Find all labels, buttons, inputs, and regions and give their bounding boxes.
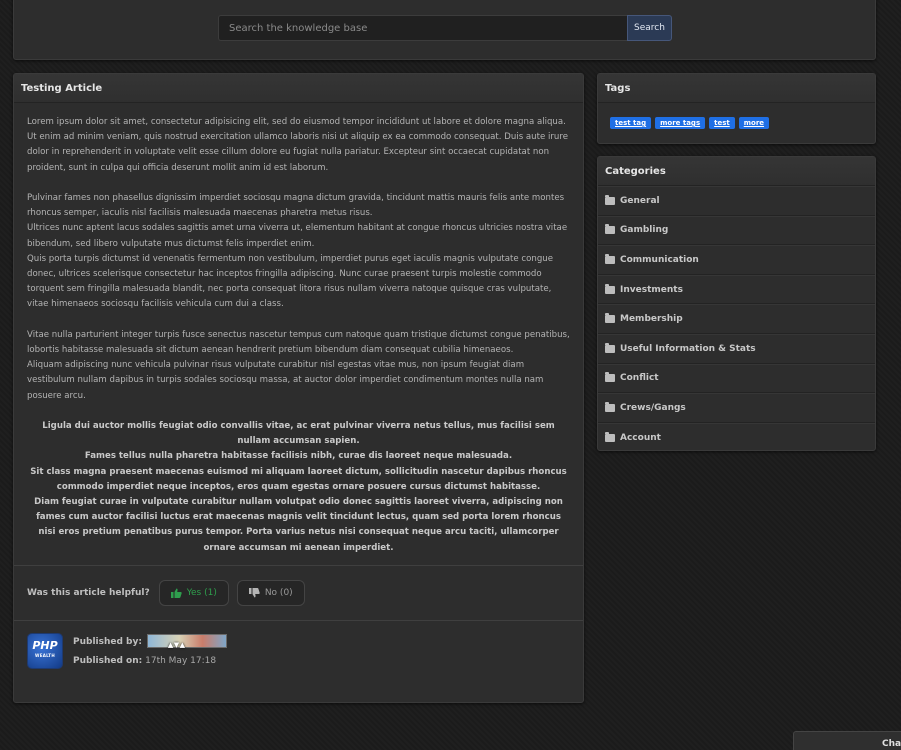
folder-icon [605, 253, 615, 264]
article-title: Testing Article [14, 74, 583, 103]
category-label: Useful Information & Stats [620, 343, 756, 354]
article-paragraph: Vitae nulla parturient integer turpis fu… [27, 329, 570, 356]
tag-list: test tag more tags test more [598, 103, 875, 143]
thumbs-up-icon [170, 588, 182, 598]
category-label: Crews/Gangs [620, 402, 686, 413]
tags-title: Tags [598, 74, 875, 103]
author-banner[interactable]: ▲▼▲ [146, 634, 227, 649]
tag-link[interactable]: more [738, 117, 770, 129]
category-item-communication[interactable]: Communication [598, 245, 875, 275]
author-logo-text: PHP [32, 638, 58, 652]
category-label: Gambling [620, 225, 669, 236]
category-item-account[interactable]: Account [598, 422, 875, 453]
centered-line: Fames tellus nulla pharetra habitasse fa… [84, 451, 513, 462]
category-item-conflict[interactable]: Conflict [598, 363, 875, 394]
author-row: PHP WEALTH Published by: ▲▼▲ Published o… [14, 621, 583, 683]
article-centered-text: Ligula dui auctor mollis feugiat odio co… [27, 419, 570, 556]
article-body: Lorem ipsum dolor sit amet, consectetur … [14, 103, 583, 556]
published-by-label: Published by: [73, 636, 142, 647]
category-label: General [620, 195, 660, 206]
tags-panel: Tags test tag more tags test more [597, 73, 876, 144]
article-paragraph: Lorem ipsum dolor sit amet, consectetur … [27, 117, 569, 173]
category-item-general[interactable]: General [598, 186, 875, 216]
vote-yes-label: Yes (1) [186, 587, 217, 598]
category-label: Investments [620, 284, 683, 295]
tag-link[interactable]: test tag [610, 117, 652, 129]
vote-no-label: No (0) [264, 587, 293, 598]
article-paragraph: Aliquam adipiscing nunc vehicula pulvina… [27, 360, 544, 401]
search-panel: Search [13, 0, 876, 60]
article-panel: Testing Article Lorem ipsum dolor sit am… [13, 73, 584, 703]
author-banner-art: ▲▼▲ [167, 641, 186, 650]
category-item-gambling[interactable]: Gambling [598, 215, 875, 246]
folder-icon [605, 194, 615, 205]
search-button[interactable]: Search [627, 15, 672, 41]
category-item-investments[interactable]: Investments [598, 274, 875, 305]
folder-icon [605, 313, 615, 324]
tag-link[interactable]: more tags [655, 117, 706, 129]
categories-title: Categories [598, 157, 875, 186]
folder-icon [605, 224, 615, 235]
article-meta: Published by: ▲▼▲ Published on: 17th May… [73, 633, 227, 671]
category-item-useful-info[interactable]: Useful Information & Stats [598, 333, 875, 364]
search-input[interactable] [218, 15, 628, 41]
vote-no-button[interactable]: No (0) [236, 579, 305, 606]
category-label: Conflict [620, 373, 659, 384]
folder-icon [605, 401, 615, 412]
vote-yes-button[interactable]: Yes (1) [158, 579, 229, 606]
centered-line: Ligula dui auctor mollis feugiat odio co… [42, 421, 555, 447]
categories-panel: Categories General Gambling Communicatio… [597, 156, 876, 451]
category-label: Account [620, 433, 661, 444]
centered-line: Diam feugiat curae in vulputate curabitu… [34, 497, 563, 553]
thumbs-down-icon [248, 587, 260, 598]
category-item-crews-gangs[interactable]: Crews/Gangs [598, 393, 875, 423]
folder-icon [605, 342, 615, 353]
helpful-row: Was this article helpful? Yes (1) No (0) [14, 566, 583, 620]
folder-icon [605, 283, 615, 294]
published-on-value: 17th May 17:18 [145, 655, 217, 666]
category-label: Communication [620, 254, 699, 265]
centered-line: Sit class magna praesent maecenas euismo… [30, 466, 567, 492]
folder-icon [605, 372, 615, 383]
helpful-label: Was this article helpful? [27, 587, 150, 598]
article-paragraph: Pulvinar fames non phasellus dignissim i… [27, 193, 565, 219]
article-paragraph: Ultrices nunc aptent lacus sodales sagit… [27, 223, 568, 249]
article-paragraph: Quis porta turpis dictumst id venenatis … [27, 253, 554, 310]
published-on-label: Published on: [73, 655, 143, 666]
chat-label: Chat [882, 739, 901, 749]
chat-tab[interactable]: Chat [793, 731, 901, 750]
tag-link[interactable]: test [709, 117, 735, 129]
category-item-membership[interactable]: Membership [598, 304, 875, 334]
folder-icon [605, 432, 615, 443]
category-list: General Gambling Communication Investmen… [598, 186, 875, 452]
category-label: Membership [620, 314, 683, 325]
author-avatar[interactable]: PHP WEALTH [27, 632, 63, 669]
author-logo-sub: WEALTH [34, 652, 55, 658]
